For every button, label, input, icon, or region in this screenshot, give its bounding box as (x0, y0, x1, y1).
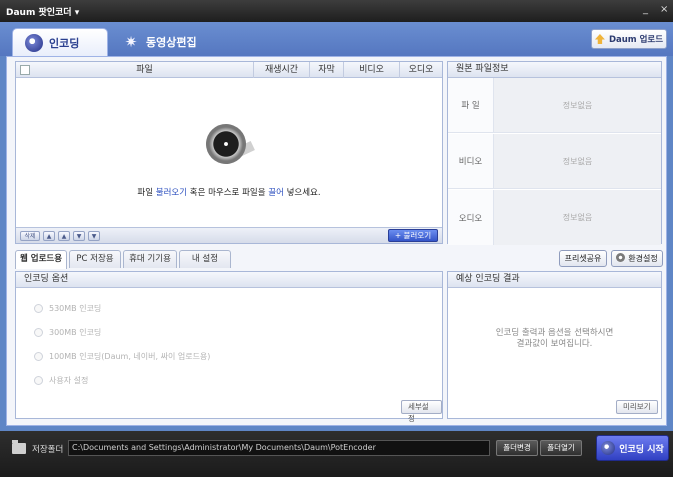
column-video[interactable]: 비디오 (344, 61, 400, 78)
bottom-bar: 저장폴더 C:\Documents and Settings\Administr… (0, 431, 673, 477)
disc-icon (601, 441, 616, 455)
select-all-checkbox[interactable] (20, 64, 30, 75)
tab-my-settings[interactable]: 내 설정 (179, 250, 231, 268)
close-button[interactable]: × (660, 4, 668, 15)
tab-video-edit-label: 동영상편집 (146, 36, 197, 49)
info-row-video: 비디오 정보없음 (448, 134, 661, 189)
drop-hint: 파일 불러오기 혹은 마우스로 파일을 끌어 넣으세요. (137, 188, 321, 198)
preset-share-button[interactable]: 프리셋공유 (559, 250, 607, 267)
detail-settings-button[interactable]: 세부설정 (401, 400, 442, 423)
disc-icon (25, 33, 43, 52)
radio-button[interactable] (34, 351, 43, 361)
tab-web-upload[interactable]: 웹 업로드용 (15, 250, 67, 269)
film-reel-icon (202, 120, 255, 168)
folder-icon (12, 440, 26, 454)
column-duration[interactable]: 재생시간 (254, 61, 310, 78)
result-message: 인코딩 출력과 옵션을 선택하시면 결과값이 보여집니다. (495, 328, 614, 349)
expected-result-panel: 예상 인코딩 결과 인코딩 출력과 옵션을 선택하시면 결과값이 보여집니다. … (447, 271, 662, 419)
upload-arrow-icon (594, 34, 605, 44)
file-list-header: 파일 재생시간 자막 비디오 오디오 (16, 61, 442, 78)
encoding-options-title: 인코딩 옵션 (16, 272, 442, 288)
tab-pc-save[interactable]: PC 저장용 (69, 250, 121, 268)
title-bar: Daum 팟인코더 ▾ _ × (0, 0, 673, 22)
info-row-file: 파 일 정보없음 (448, 78, 661, 133)
move-bottom-button[interactable]: ▼ (88, 231, 100, 241)
start-encoding-button[interactable]: 인코딩 시작 (596, 435, 669, 461)
radio-button[interactable] (34, 303, 43, 313)
file-list-footer: 삭제 ▲ ▲ ▼ ▼ + 불러오기 (16, 227, 442, 243)
save-path-field[interactable]: C:\Documents and Settings\Administrator\… (68, 440, 490, 456)
option-300mb[interactable]: 300MB 인코딩 (34, 326, 274, 338)
drag-link: 끌어 (268, 188, 284, 198)
source-info-title: 원본 파일정보 (448, 62, 661, 78)
tab-video-edit[interactable]: ✷ 동영상편집 (110, 28, 210, 56)
file-list-panel: 파일 재생시간 자막 비디오 오디오 파일 불러오기 혹은 마우스로 파일을 끌… (15, 61, 443, 244)
option-530mb[interactable]: 530MB 인코딩 (34, 302, 274, 314)
column-file[interactable]: 파일 (36, 61, 254, 78)
move-top-button[interactable]: ▲ (43, 231, 55, 241)
expected-result-title: 예상 인코딩 결과 (448, 272, 661, 288)
content-area: 파일 재생시간 자막 비디오 오디오 파일 불러오기 혹은 마우스로 파일을 끌… (6, 56, 667, 426)
radio-button[interactable] (34, 375, 43, 385)
main-frame: 인코딩 ✷ 동영상편집 Daum 업로드 파일 재생시간 자막 비디오 오디오 (0, 22, 673, 477)
delete-button[interactable]: 삭제 (20, 231, 40, 241)
window-title[interactable]: Daum 팟인코더 ▾ (6, 5, 79, 18)
source-info-panel: 원본 파일정보 파 일 정보없음 비디오 정보없음 오디오 정보없음 (447, 61, 662, 245)
tab-mobile[interactable]: 휴대 기기용 (123, 250, 177, 268)
open-folder-button[interactable]: 폴더열기 (540, 440, 582, 456)
option-100mb[interactable]: 100MB 인코딩(Daum, 네이버, 싸이 업로드용) (34, 350, 274, 362)
option-custom[interactable]: 사용자 설정 (34, 374, 274, 386)
file-drop-area[interactable]: 파일 불러오기 혹은 마우스로 파일을 끌어 넣으세요. (16, 78, 442, 228)
settings-button[interactable]: 환경설정 (611, 250, 663, 267)
preview-button[interactable]: 미리보기 (616, 400, 658, 414)
minimize-button[interactable]: _ (643, 4, 648, 15)
move-down-button[interactable]: ▼ (73, 231, 85, 241)
change-folder-button[interactable]: 폴더변경 (496, 440, 538, 456)
column-audio[interactable]: 오디오 (400, 62, 442, 78)
load-file-button[interactable]: + 불러오기 (388, 229, 438, 242)
daum-upload-label: Daum 업로드 (608, 35, 664, 45)
daum-upload-button[interactable]: Daum 업로드 (591, 29, 667, 49)
load-link[interactable]: 불러오기 (156, 188, 187, 198)
info-row-audio: 오디오 정보없음 (448, 190, 661, 245)
encoding-options-panel: 인코딩 옵션 530MB 인코딩 300MB 인코딩 100MB 인코딩(Dau… (15, 271, 443, 423)
tab-encoding-label: 인코딩 (49, 36, 80, 50)
radio-button[interactable] (34, 327, 43, 337)
move-up-button[interactable]: ▲ (58, 231, 70, 241)
save-folder-label: 저장폴더 (32, 445, 64, 455)
sparkle-icon: ✷ (124, 33, 138, 51)
tab-encoding[interactable]: 인코딩 (12, 28, 108, 56)
column-subtitle[interactable]: 자막 (310, 61, 344, 78)
gear-icon (616, 253, 626, 262)
